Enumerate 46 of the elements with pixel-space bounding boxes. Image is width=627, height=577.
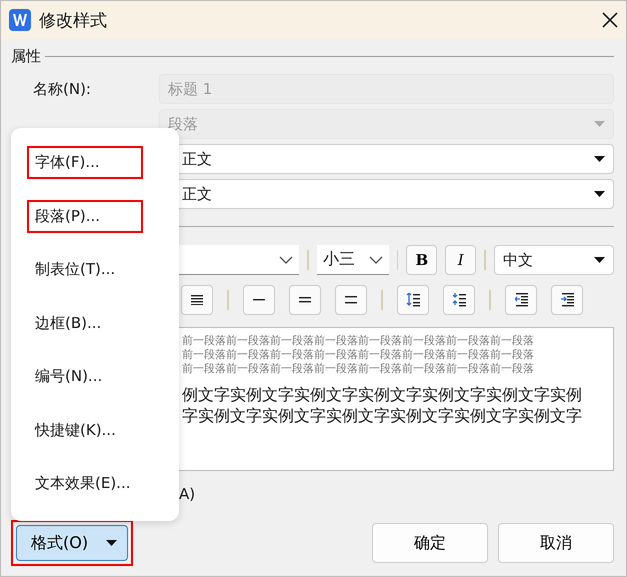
script-dropdown[interactable]: 中文: [494, 245, 614, 275]
menu-item[interactable]: 段落(P)...: [27, 200, 143, 233]
spacing-increase-icon: [406, 293, 420, 307]
ok-button[interactable]: 确定: [372, 523, 488, 563]
section-heading: 属性: [11, 47, 41, 66]
chevron-icon: [368, 256, 383, 264]
one-half-spacing-icon: [299, 297, 311, 303]
format-button[interactable]: 格式(O): [16, 525, 128, 561]
preview-text: 前一段落前一段落前一段落前一段落前一段落前一段落前一段落前一段落: [182, 348, 535, 362]
sample-text: 例文字实例文字实例文字实例文字实例文字实例文字实例: [182, 384, 583, 405]
double-spacing-icon: [345, 296, 357, 304]
bold-button[interactable]: B: [406, 245, 438, 275]
menu-item[interactable]: 制表位(T)...: [27, 253, 124, 286]
menu-item[interactable]: 快捷键(K)...: [27, 414, 124, 447]
spacing-decrease-icon: [452, 293, 466, 307]
menu-item[interactable]: 编号(N)...: [27, 360, 110, 394]
option-label: A): [179, 485, 196, 503]
italic-button[interactable]: I: [445, 245, 476, 275]
font-size-dropdown[interactable]: 小三: [317, 245, 389, 275]
outdent-icon: [514, 293, 528, 307]
sample-text: 字实例文字实例文字实例文字实例文字实例文字实例文字: [182, 405, 583, 426]
justify-button[interactable]: [181, 285, 213, 315]
app-logo-icon: [9, 9, 31, 31]
caret-icon: [594, 156, 605, 162]
menu-item[interactable]: 边框(B)...: [27, 306, 110, 340]
caret-icon: [594, 191, 605, 197]
decrease-spacing-button[interactable]: [443, 285, 475, 315]
caret-icon: [594, 121, 605, 127]
preview-text: 前一段落前一段落前一段落前一段落前一段落前一段落前一段落前一段落: [182, 362, 535, 376]
cancel-button[interactable]: 取消: [498, 523, 614, 563]
double-spacing-button[interactable]: [335, 285, 367, 315]
outdent-button[interactable]: [505, 285, 537, 315]
window-title: 修改样式: [39, 10, 107, 32]
one-half-spacing-button[interactable]: [289, 285, 321, 315]
preview-text: 前一段落前一段落前一段落前一段落前一段落前一段落前一段落前一段落: [182, 334, 535, 348]
chevron-icon: [279, 256, 294, 264]
indent-button[interactable]: [551, 285, 583, 315]
caret-icon: [106, 540, 117, 546]
field-label: 名称(N):: [32, 80, 92, 98]
menu-item[interactable]: 文本效果(E)...: [27, 467, 138, 500]
menu-item[interactable]: 字体(F)...: [27, 146, 143, 179]
close-icon[interactable]: [602, 12, 618, 28]
justify-icon: [191, 294, 203, 306]
increase-spacing-button[interactable]: [397, 285, 429, 315]
indent-icon: [560, 293, 574, 307]
caret-icon: [594, 257, 606, 263]
